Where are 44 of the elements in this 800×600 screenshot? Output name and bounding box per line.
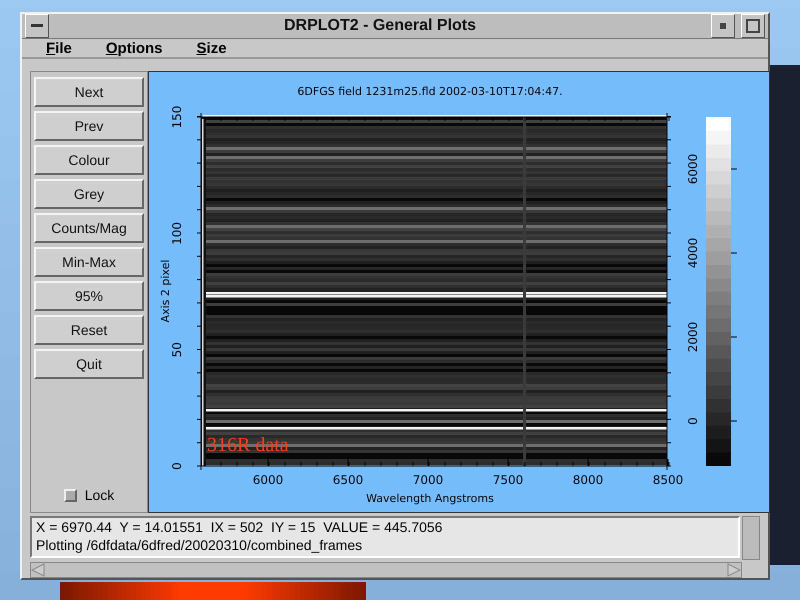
minimize-button[interactable] [711,14,735,38]
y-tick-label: 0 [170,462,184,470]
minimize-icon [720,23,726,29]
y-tick-label: 150 [170,106,184,129]
menu-item[interactable]: Size [196,40,227,56]
x-axis-label: Wavelength Angstroms [366,492,494,505]
colorbar-tick-label: 6000 [686,154,700,184]
menu-icon [31,24,43,28]
x-tick-label: 6000 [252,473,284,487]
x-tick-label: 8000 [572,473,604,487]
lock-label: Lock [84,487,114,503]
y-axis-label: Axis 2 pixel [159,260,172,322]
side-button[interactable]: Colour [34,145,144,175]
window-menu-button[interactable] [25,14,49,38]
side-button[interactable]: Reset [34,315,144,345]
side-button[interactable]: Prev [34,111,144,141]
x-tick-label: 6500 [332,473,364,487]
left-arrow-icon [31,563,45,577]
x-tick-label: 7000 [412,473,444,487]
menu-item[interactable]: File [46,40,72,56]
lock-checkbox[interactable]: Lock [34,487,144,503]
x-tick-label: 8500 [652,473,684,487]
colorbar-tick-label: 4000 [686,238,700,268]
y-tick-label: 100 [170,222,184,245]
vertical-scrollbar[interactable] [742,516,760,560]
status-text: X = 6970.44 Y = 14.01551 IX = 502 IY = 15 VALUE = 445.7056 Plotting /6dfdata/6dfred/20020310/combined_frames [30,516,740,558]
side-button[interactable]: Grey [34,179,144,209]
colorbar-tick-label: 2000 [686,322,700,352]
side-button[interactable]: 95% [34,281,144,311]
horizontal-scrollbar[interactable] [30,562,742,578]
right-arrow-icon [727,563,741,577]
maximize-icon [746,19,760,33]
window-title: DRPLOT2 - General Plots [282,17,478,35]
y-tick-label: 50 [170,342,184,358]
colorbar-tick-label: 0 [686,417,700,425]
side-button[interactable]: Next [34,77,144,107]
x-tick-label: 7500 [492,473,524,487]
maximize-button[interactable] [741,14,765,38]
side-button[interactable]: Min-Max [34,247,144,277]
side-button[interactable]: Counts/Mag [34,213,144,243]
plot-title: 6DFGS field 1231m25.fld 2002-03-10T17:04:47. [297,85,563,98]
menu-item[interactable]: Options [106,40,163,56]
plot-annotation: 316R data [207,434,289,456]
side-button[interactable]: Quit [34,349,144,379]
